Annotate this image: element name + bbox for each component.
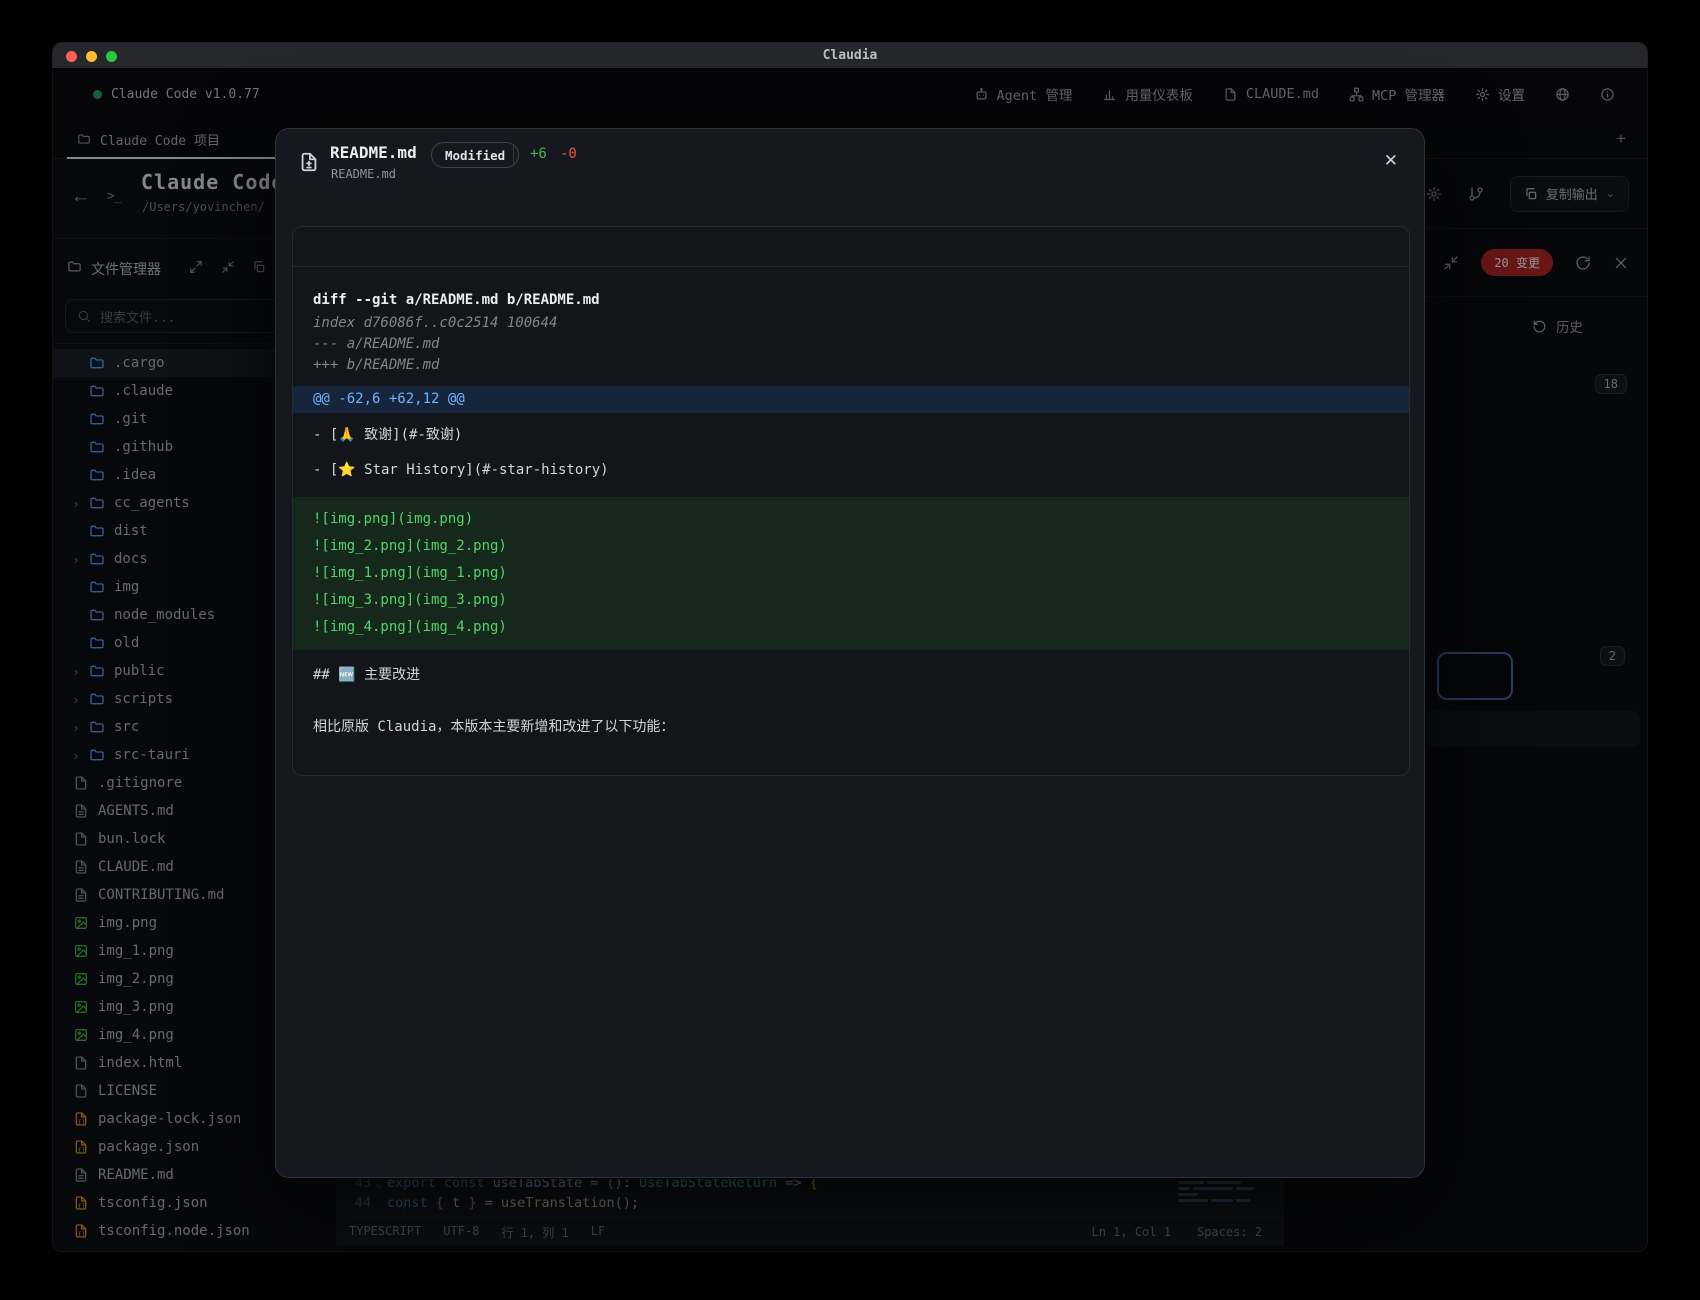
diff-added-line: ![img_2.png](img_2.png) bbox=[293, 533, 1409, 560]
modified-badge: Modified bbox=[431, 142, 519, 168]
diff-hunk-header: @@ -62,6 +62,12 @@ bbox=[293, 386, 1409, 413]
diff-header-line: diff --git a/README.md b/README.md bbox=[313, 287, 1389, 313]
additions-count: +6 bbox=[530, 146, 547, 162]
traffic-zoom-button[interactable] bbox=[106, 51, 117, 62]
close-icon[interactable]: ✕ bbox=[1384, 151, 1398, 171]
diff-added-line: ![img_3.png](img_3.png) bbox=[293, 587, 1409, 614]
diff-added-line: ![img_1.png](img_1.png) bbox=[293, 560, 1409, 587]
modal-subtitle: README.md bbox=[331, 167, 396, 181]
screen: Claudia Claude Code v1.0.77 Agent 管理 用量仪… bbox=[0, 0, 1700, 1300]
diff-context-line: - [🙏 致谢](#-致谢) bbox=[313, 422, 1389, 448]
traffic-minimize-button[interactable] bbox=[86, 51, 97, 62]
diff-panel-toolbar bbox=[293, 227, 1409, 267]
traffic-close-button[interactable] bbox=[66, 51, 77, 62]
window-title: Claudia bbox=[53, 48, 1647, 63]
macos-titlebar: Claudia bbox=[53, 43, 1647, 69]
modal-title: README.md bbox=[330, 143, 417, 162]
diff-context-line: 相比原版 Claudia，本版本主要新增和改进了以下功能： bbox=[313, 714, 1389, 740]
diff-modal: README.md README.md Modified +6 -0 ✕ dif… bbox=[275, 128, 1425, 1178]
deletions-count: -0 bbox=[560, 146, 577, 162]
diff-meta-line: index d76086f..c0c2514 100644 bbox=[313, 313, 1389, 334]
diff-added-block: ![img.png](img.png)![img_2.png](img_2.pn… bbox=[293, 497, 1409, 650]
diff-content: diff --git a/README.md b/README.mdindex … bbox=[293, 267, 1409, 740]
diff-context-line: - [⭐ Star History](#-star-history) bbox=[313, 457, 1389, 483]
diff-meta-line: +++ b/README.md bbox=[313, 355, 1389, 376]
divider bbox=[513, 144, 514, 166]
diff-added-line: ![img_4.png](img_4.png) bbox=[293, 614, 1409, 641]
diff-panel: diff --git a/README.md b/README.mdindex … bbox=[292, 226, 1410, 776]
diff-meta-line: --- a/README.md bbox=[313, 334, 1389, 355]
diff-added-line: ![img.png](img.png) bbox=[293, 506, 1409, 533]
diff-context-line: ## 🆕 主要改进 bbox=[313, 662, 1389, 688]
file-diff-icon bbox=[298, 151, 320, 173]
